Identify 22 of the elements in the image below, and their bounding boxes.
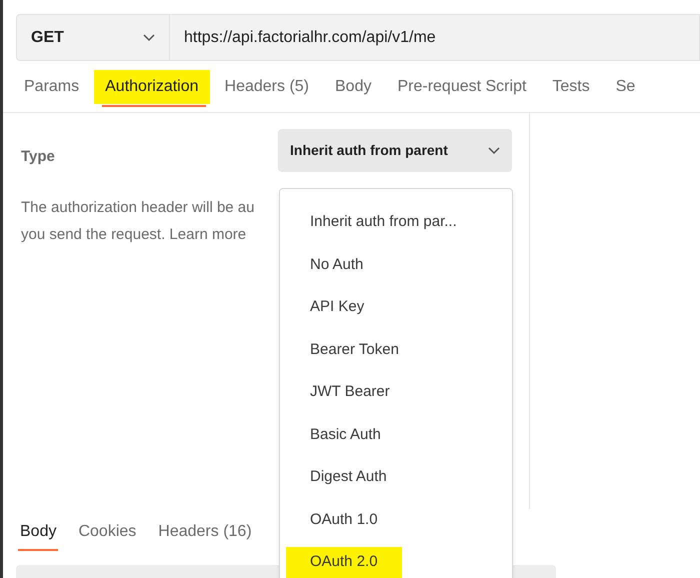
menu-item[interactable]: JWT Bearer: [286, 377, 414, 408]
description-text: you send the request. Learn more: [21, 225, 246, 245]
menu-item[interactable]: API Key: [286, 292, 388, 322]
auth-type-dropdown[interactable]: Inherit auth from parent: [278, 129, 512, 172]
request-tab[interactable]: Params: [13, 70, 90, 104]
request-tab[interactable]: Pre-request Script: [386, 70, 538, 104]
chevron-down-icon: [488, 146, 500, 154]
menu-item[interactable]: No Auth: [286, 250, 388, 280]
request-tab[interactable]: Se: [604, 70, 646, 104]
description-text: The authorization header will be au: [21, 198, 254, 218]
menu-item[interactable]: Digest Auth: [286, 462, 411, 492]
request-tab[interactable]: Tests: [541, 70, 601, 104]
type-label: Type: [21, 147, 56, 167]
menu-item[interactable]: Inherit auth from par...: [286, 207, 481, 238]
menu-item[interactable]: OAuth 1.0: [286, 504, 402, 535]
request-tab[interactable]: Headers (5): [214, 70, 320, 104]
response-tab[interactable]: Cookies: [73, 517, 142, 547]
menu-item[interactable]: Bearer Token: [286, 334, 423, 365]
menu-item[interactable]: OAuth 2.0: [286, 547, 402, 578]
response-tab[interactable]: Headers (16): [153, 517, 257, 547]
request-tab[interactable]: Body: [324, 70, 382, 104]
menu-item[interactable]: Basic Auth: [286, 420, 405, 450]
